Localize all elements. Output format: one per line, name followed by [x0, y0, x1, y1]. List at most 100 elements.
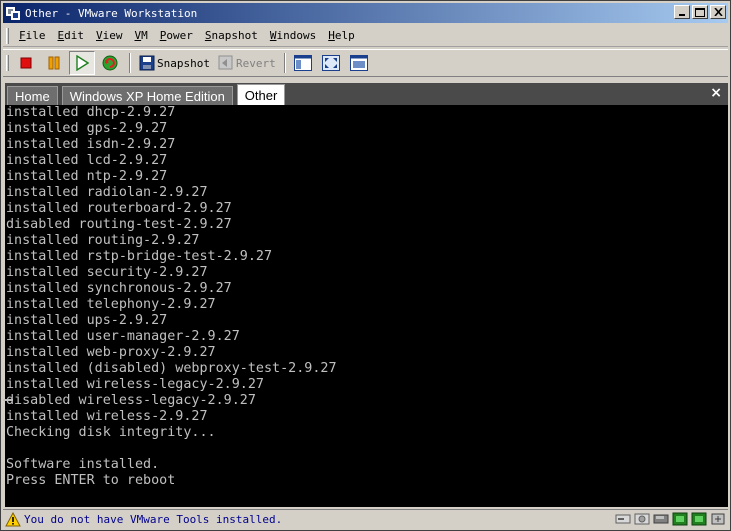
reset-icon	[102, 55, 118, 71]
console-line: Press ENTER to reboot	[6, 473, 176, 488]
pause-icon	[48, 56, 60, 70]
save-snapshot-icon	[139, 55, 155, 71]
device-icons	[612, 512, 726, 526]
menu-help[interactable]: Help	[322, 29, 361, 42]
menu-bar: File Edit View VM Power Snapshot Windows Help	[3, 25, 728, 47]
console-line: disabled routing-test-2.9.27	[6, 217, 232, 232]
close-icon	[713, 8, 723, 16]
menu-grip[interactable]	[6, 27, 9, 44]
tab-home[interactable]: Home	[7, 86, 58, 105]
floppy-icon[interactable]	[653, 512, 669, 526]
window-controls	[672, 5, 726, 19]
menu-snapshot[interactable]: Snapshot	[199, 29, 264, 42]
toolbar-separator	[283, 53, 286, 73]
menu-items: File Edit View VM Power Snapshot Windows Help	[13, 29, 361, 42]
menu-label: iew	[102, 29, 123, 42]
reset-button[interactable]	[97, 51, 123, 75]
console-line: installed ups-2.9.27	[6, 313, 168, 328]
menu-power[interactable]: Power	[154, 29, 199, 42]
console-line: installed wireless-legacy-2.9.27	[6, 377, 264, 392]
title-bar[interactable]: Other - VMware Workstation	[3, 3, 728, 23]
quick-switch-icon	[349, 55, 368, 71]
stop-icon	[20, 57, 32, 69]
snapshot-button[interactable]: Snapshot	[135, 51, 214, 75]
network-activity-icon[interactable]	[691, 512, 707, 526]
console-line: installed security-2.9.27	[6, 265, 208, 280]
console-line: Software installed.	[6, 457, 160, 472]
close-tab-icon[interactable]: ×	[710, 85, 722, 101]
menu-accelerator: S	[204, 29, 212, 42]
console-line: installed web-proxy-2.9.27	[6, 345, 216, 360]
full-screen-button[interactable]	[318, 51, 344, 75]
console-line: installed wireless-2.9.27	[6, 409, 208, 424]
console-line: installed telephony-2.9.27	[6, 297, 216, 312]
console-line: installed lcd-2.9.27	[6, 153, 168, 168]
cdrom-icon[interactable]	[634, 512, 650, 526]
menu-label: ower	[166, 29, 193, 42]
revert-label: Revert	[235, 56, 276, 70]
close-button[interactable]	[710, 5, 726, 19]
snapshot-label: Snapshot	[157, 56, 210, 70]
quick-switch-button[interactable]	[346, 51, 372, 75]
hard-disk-icon[interactable]	[615, 512, 631, 526]
tab-windows-xp-home-edition[interactable]: Windows XP Home Edition	[61, 86, 233, 105]
revert-icon	[218, 55, 233, 70]
menu-vm[interactable]: VM	[129, 29, 154, 42]
vm-console[interactable]: installed dhcp-2.9.27 installed gps-2.9.2…	[5, 105, 728, 507]
maximize-button[interactable]	[692, 5, 708, 19]
toggle-sidebar-button[interactable]	[290, 51, 316, 75]
network-icon[interactable]	[672, 512, 688, 526]
menu-label: M	[141, 29, 148, 42]
toolbar-separator	[129, 53, 131, 73]
menu-label: napshot	[211, 29, 258, 42]
vmware-window: Other - VMware Workstation File Edit View V…	[0, 0, 731, 531]
power-off-button[interactable]	[13, 51, 39, 75]
menu-label: elp	[334, 29, 355, 42]
menu-windows[interactable]: Windows	[264, 29, 322, 42]
text-cursor	[3, 399, 13, 401]
menu-view[interactable]: View	[90, 29, 129, 42]
power-on-button[interactable]	[69, 51, 95, 75]
status-bar: You do not have VMware Tools installed.	[3, 509, 728, 529]
console-line: installed routerboard-2.9.27	[6, 201, 232, 216]
tab-bar: Home Windows XP Home Edition Other ×	[5, 83, 728, 105]
sidebar-icon	[293, 55, 312, 71]
console-line: installed rstp-bridge-test-2.9.27	[6, 249, 273, 264]
console-line: installed (disabled) webproxy-test-2.9.2…	[6, 361, 337, 376]
full-screen-icon	[321, 55, 340, 71]
status-message[interactable]: You do not have VMware Tools installed.	[24, 513, 282, 526]
usb-icon[interactable]	[710, 512, 726, 526]
menu-label: indows	[276, 29, 317, 42]
menu-accelerator: V	[96, 29, 103, 42]
maximize-icon	[695, 7, 705, 17]
menu-accelerator: F	[19, 29, 26, 42]
minimize-icon	[679, 14, 685, 16]
minimize-button[interactable]	[674, 5, 690, 19]
vmware-logo-icon	[5, 5, 21, 21]
console-line: installed ntp-2.9.27	[6, 169, 168, 184]
console-line: disabled wireless-legacy-2.9.27	[6, 393, 256, 408]
menu-label: ile	[25, 29, 46, 42]
suspend-button[interactable]	[41, 51, 67, 75]
console-line: installed radiolan-2.9.27	[6, 185, 208, 200]
toolbar-grip[interactable]	[6, 55, 9, 71]
console-line: installed user-manager-2.9.27	[6, 329, 240, 344]
menu-label: dit	[64, 29, 84, 42]
console-line: installed routing-2.9.27	[6, 233, 200, 248]
console-line: Checking disk integrity...	[6, 425, 216, 440]
console-line: installed isdn-2.9.27	[6, 137, 176, 152]
revert-button[interactable]: Revert	[214, 51, 280, 75]
warning-icon[interactable]	[5, 512, 21, 527]
play-icon	[76, 55, 89, 71]
menu-edit[interactable]: Edit	[52, 29, 91, 42]
console-line: installed dhcp-2.9.27	[6, 105, 176, 120]
console-line: installed synchronous-2.9.27	[6, 281, 232, 296]
toolbar: Snapshot Revert	[3, 49, 728, 77]
menu-accelerator: H	[328, 29, 335, 42]
console-line: installed gps-2.9.27	[6, 121, 168, 136]
tab-other[interactable]: Other	[236, 84, 286, 105]
menu-file[interactable]: File	[13, 29, 52, 42]
tabs: Home Windows XP Home Edition Other	[7, 83, 289, 105]
window-title: Other - VMware Workstation	[25, 6, 198, 20]
